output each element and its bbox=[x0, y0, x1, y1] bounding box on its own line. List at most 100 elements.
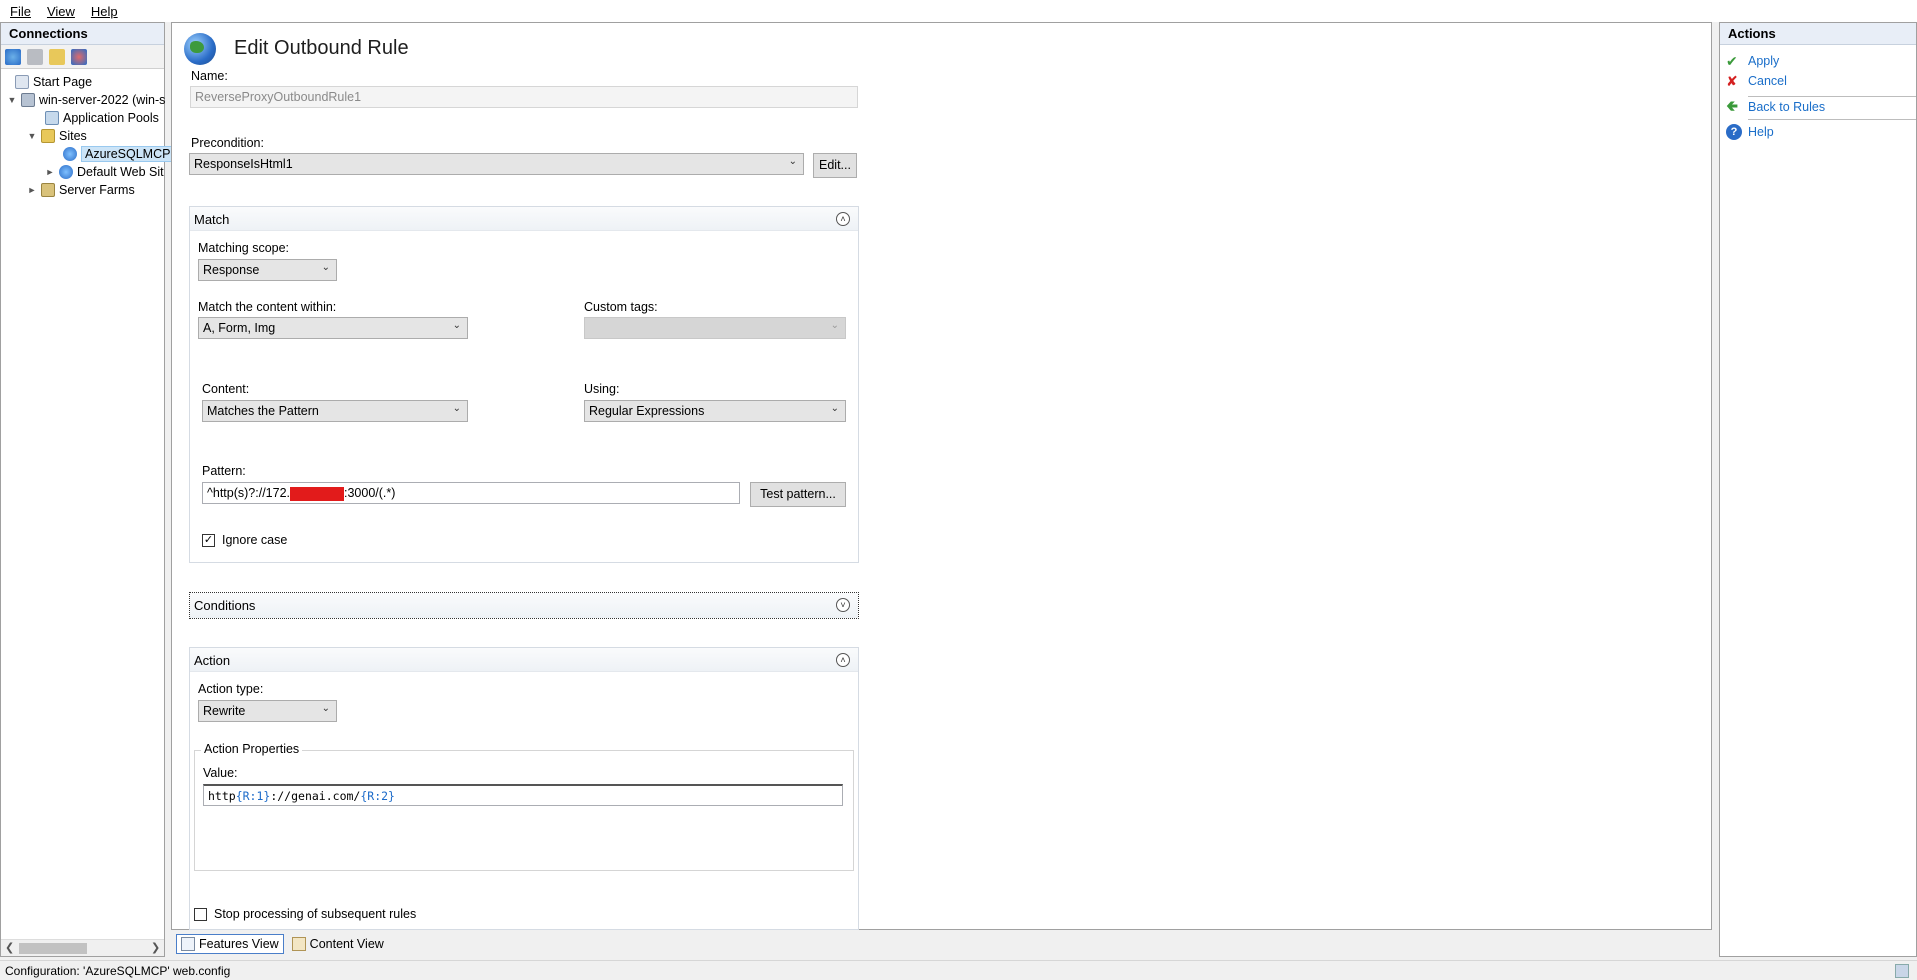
connect-icon[interactable] bbox=[5, 48, 21, 65]
tree-item-azuresqlmcp[interactable]: AzureSQLMCP bbox=[63, 145, 175, 163]
features-view-icon bbox=[181, 937, 195, 951]
pattern-field[interactable]: ^http(s)?://172.:3000/(.*) bbox=[202, 482, 740, 504]
menu-help[interactable]: Help bbox=[91, 4, 118, 19]
help-icon: ? bbox=[1726, 124, 1742, 140]
apply-check-icon: ✔ bbox=[1726, 53, 1738, 69]
connections-pane: Connections Start Page ▼ win-server-2022… bbox=[0, 22, 175, 957]
server-icon bbox=[21, 93, 35, 107]
tree-item-start-page[interactable]: Start Page bbox=[15, 73, 92, 91]
expand-icon[interactable]: ► bbox=[27, 185, 37, 195]
collapse-up-icon[interactable]: ˄ bbox=[836, 653, 850, 667]
actions-header: Actions bbox=[1720, 23, 1916, 45]
app-pools-icon bbox=[45, 111, 59, 125]
menu-file[interactable]: File bbox=[10, 4, 31, 19]
conditions-section[interactable]: Conditions ˅ bbox=[189, 592, 859, 619]
back-to-rules-action[interactable]: 🢀 Back to Rules bbox=[1726, 99, 1825, 115]
tree-item-server[interactable]: ▼ win-server-2022 (win-s bbox=[7, 91, 165, 109]
cancel-action[interactable]: ✘ Cancel bbox=[1726, 73, 1787, 89]
conditions-title: Conditions bbox=[194, 598, 256, 613]
ignore-case-checkbox[interactable]: ✓ bbox=[202, 534, 215, 547]
chevron-down-icon: ⌄ bbox=[321, 262, 330, 273]
tree-item-server-farms[interactable]: ► Server Farms bbox=[27, 181, 135, 199]
match-within-value: A, Form, Img bbox=[203, 321, 276, 335]
connections-tree: Start Page ▼ win-server-2022 (win-s Appl… bbox=[1, 69, 175, 197]
action-type-label: Action type: bbox=[198, 682, 264, 696]
disconnect-icon[interactable] bbox=[71, 48, 87, 65]
status-text: Configuration: 'AzureSQLMCP' web.config bbox=[5, 964, 231, 978]
actions-separator bbox=[1748, 119, 1916, 120]
expand-down-icon[interactable]: ˅ bbox=[836, 598, 850, 612]
expand-icon[interactable]: ► bbox=[45, 167, 55, 177]
ignore-case-label: Ignore case bbox=[222, 533, 288, 547]
tree-item-sites[interactable]: ▼ Sites bbox=[27, 127, 87, 145]
back-to-rules-link[interactable]: Back to Rules bbox=[1748, 100, 1825, 114]
collapse-up-icon[interactable]: ˄ bbox=[836, 212, 850, 226]
chevron-down-icon: ⌄ bbox=[788, 156, 797, 167]
custom-tags-dropdown[interactable]: ⌄ bbox=[584, 317, 846, 339]
value-field[interactable]: http{R:1}://genai.com/{R:2} bbox=[203, 784, 843, 806]
action-title: Action bbox=[194, 653, 231, 668]
save-icon[interactable] bbox=[27, 48, 43, 65]
apply-link[interactable]: Apply bbox=[1748, 54, 1779, 68]
connections-hscrollbar[interactable]: ❮ ❯ bbox=[1, 939, 164, 956]
match-header[interactable]: Match ˄ bbox=[190, 207, 858, 231]
chevron-down-icon: ⌄ bbox=[321, 703, 330, 714]
cancel-link[interactable]: Cancel bbox=[1748, 74, 1787, 88]
content-value: Matches the Pattern bbox=[207, 404, 319, 418]
value-token: {R:1} bbox=[235, 789, 271, 803]
tree-item-label: Sites bbox=[59, 129, 87, 143]
connections-toolbar bbox=[1, 45, 164, 69]
custom-tags-label: Custom tags: bbox=[584, 300, 658, 314]
value-token: http bbox=[208, 789, 236, 803]
help-action[interactable]: ? Help bbox=[1726, 124, 1774, 140]
match-section: Match ˄ Matching scope: Response ⌄ Match… bbox=[189, 206, 859, 563]
name-field[interactable]: ReverseProxyOutboundRule1 bbox=[190, 86, 858, 108]
scroll-left-icon[interactable]: ❮ bbox=[5, 941, 14, 954]
menu-bar: File View Help bbox=[0, 0, 1917, 22]
using-dropdown[interactable]: Regular Expressions ⌄ bbox=[584, 400, 846, 422]
apply-action[interactable]: ✔ Apply bbox=[1726, 53, 1779, 69]
tree-item-label: AzureSQLMCP bbox=[81, 146, 175, 162]
action-section: Action ˄ Action type: Rewrite ⌄ Action P… bbox=[189, 647, 859, 930]
help-link[interactable]: Help bbox=[1748, 125, 1774, 139]
back-arrow-icon: 🢀 bbox=[1726, 98, 1739, 115]
tab-label: Content View bbox=[309, 937, 384, 951]
tree-item-app-pools[interactable]: Application Pools bbox=[45, 109, 159, 127]
value-label: Value: bbox=[203, 766, 238, 780]
cancel-x-icon: ✘ bbox=[1726, 73, 1738, 89]
name-label: Name: bbox=[191, 69, 228, 83]
test-pattern-button[interactable]: Test pattern... bbox=[750, 482, 846, 507]
precondition-value: ResponseIsHtml1 bbox=[194, 157, 293, 171]
conditions-header[interactable]: Conditions ˅ bbox=[190, 593, 858, 618]
pattern-label: Pattern: bbox=[202, 464, 246, 478]
precondition-dropdown[interactable]: ResponseIsHtml1 ⌄ bbox=[189, 153, 804, 175]
using-label: Using: bbox=[584, 382, 620, 396]
chevron-down-icon: ⌄ bbox=[452, 403, 461, 414]
action-type-dropdown[interactable]: Rewrite ⌄ bbox=[198, 700, 337, 722]
stop-processing-checkbox[interactable] bbox=[194, 908, 207, 921]
action-properties-group: Action Properties Value: http{R:1}://gen… bbox=[194, 742, 854, 871]
content-label: Content: bbox=[202, 382, 250, 396]
action-header[interactable]: Action ˄ bbox=[190, 648, 858, 672]
up-folder-icon[interactable] bbox=[49, 48, 65, 65]
menu-view[interactable]: View bbox=[47, 4, 75, 19]
tree-item-label: Application Pools bbox=[63, 111, 159, 125]
main-content: Edit Outbound Rule Name: ReverseProxyOut… bbox=[171, 22, 1712, 930]
collapse-icon[interactable]: ▼ bbox=[27, 131, 37, 141]
tab-features-view[interactable]: Features View bbox=[176, 934, 284, 954]
content-view-icon bbox=[291, 937, 306, 951]
value-token: ://genai.com/ bbox=[270, 789, 361, 803]
scroll-right-icon[interactable]: ❯ bbox=[151, 941, 160, 954]
tab-content-view[interactable]: Content View bbox=[288, 934, 388, 954]
connections-header: Connections bbox=[1, 23, 164, 45]
collapse-icon[interactable]: ▼ bbox=[7, 95, 17, 105]
chevron-down-icon: ⌄ bbox=[830, 403, 839, 414]
matching-scope-dropdown[interactable]: Response ⌄ bbox=[198, 259, 337, 281]
content-dropdown[interactable]: Matches the Pattern ⌄ bbox=[202, 400, 468, 422]
match-within-dropdown[interactable]: A, Form, Img ⌄ bbox=[198, 317, 468, 339]
matching-scope-label: Matching scope: bbox=[198, 241, 290, 255]
scroll-thumb[interactable] bbox=[19, 943, 87, 954]
checkmark-icon: ✓ bbox=[203, 534, 214, 546]
edit-precondition-button[interactable]: Edit... bbox=[813, 153, 857, 178]
tree-item-default-web-site[interactable]: ► Default Web Sit bbox=[45, 163, 164, 181]
